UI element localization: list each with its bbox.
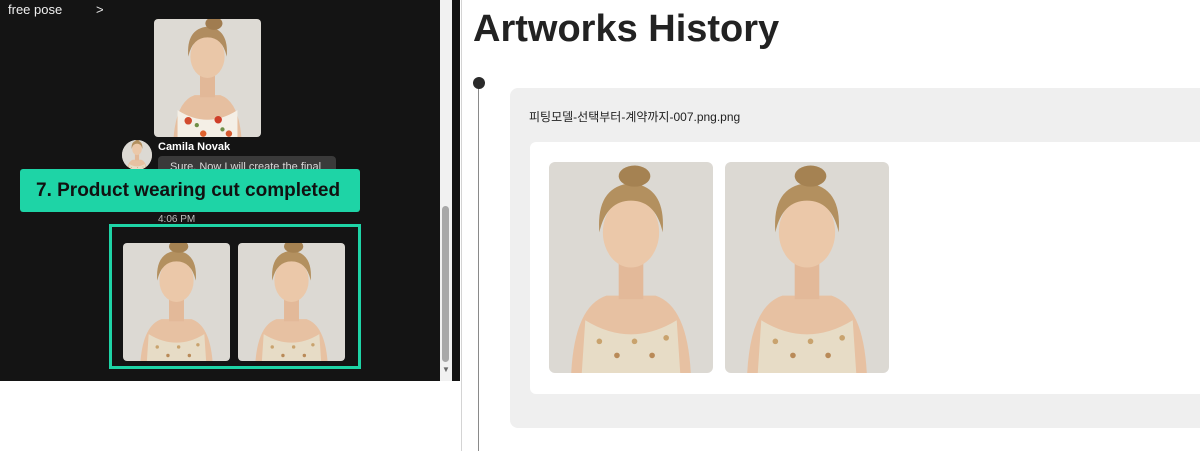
chat-panel: free pose > Camila Novak Sure. Now I wil… — [0, 0, 460, 381]
result-highlight-frame — [109, 224, 361, 369]
page-title: Artworks History — [473, 8, 780, 50]
timeline-dot — [473, 77, 485, 89]
artwork-image-1[interactable] — [549, 162, 713, 373]
artwork-filename: 피팅모델-선택부터-계약까지-007.png.png — [529, 110, 741, 124]
chevron-right-icon: > — [96, 2, 104, 17]
free-pose-link[interactable]: free pose > — [8, 2, 108, 18]
timeline-line — [478, 84, 479, 451]
panel-divider — [461, 0, 462, 451]
step-callout: 7. Product wearing cut completed — [20, 169, 360, 212]
chat-scrollbar-thumb[interactable] — [442, 206, 449, 362]
sender-name: Camila Novak — [158, 141, 231, 153]
scroll-down-arrow-icon[interactable]: ▼ — [440, 364, 452, 376]
avatar — [122, 140, 152, 170]
reference-model-image[interactable] — [154, 19, 261, 137]
artwork-image-2[interactable] — [725, 162, 889, 373]
free-pose-label: free pose — [8, 2, 63, 17]
